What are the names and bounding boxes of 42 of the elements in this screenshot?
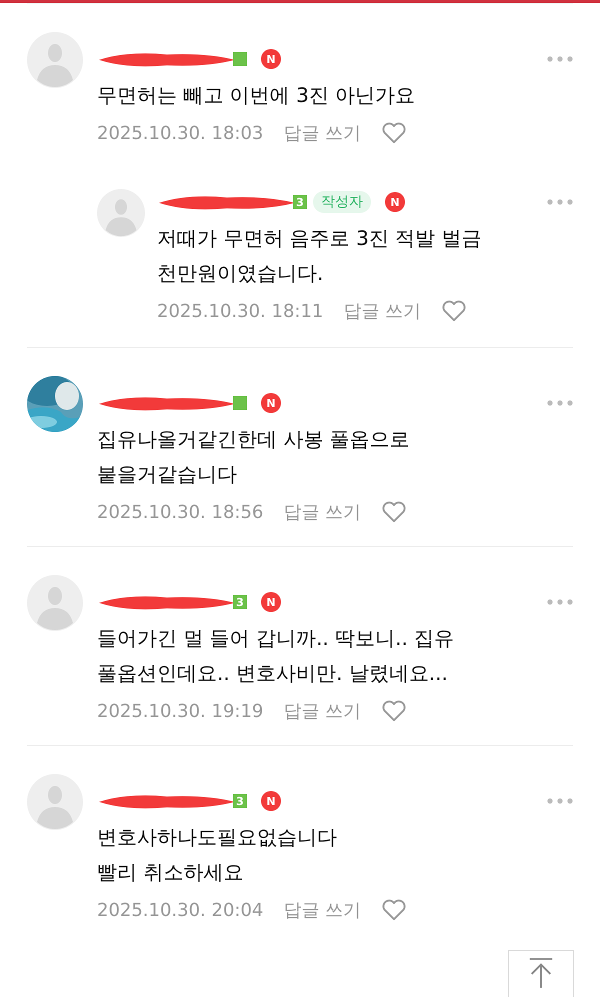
heart-icon[interactable] <box>381 700 408 722</box>
new-badge: N <box>261 49 281 69</box>
more-icon[interactable] <box>547 199 573 205</box>
avatar-icon <box>27 774 83 830</box>
reply-link[interactable]: 답글 쓰기 <box>283 121 362 145</box>
new-badge: N <box>261 592 281 612</box>
comment-text: 집유나올거같긴한데 사봉 풀옵으로 붙을거같습니다 <box>97 426 411 488</box>
grade-badge <box>233 52 247 66</box>
comment-date: 2025.10.30. 18:56 <box>97 502 264 522</box>
avatar-icon <box>97 189 145 237</box>
heart-icon[interactable] <box>381 899 408 921</box>
comment-date: 2025.10.30. 18:03 <box>97 122 264 144</box>
new-badge: N <box>261 791 281 811</box>
heart-icon[interactable] <box>441 300 468 322</box>
avatar-icon <box>27 575 83 631</box>
comment-text: 저때가 무면허 음주로 3진 적발 벌금 천만원이였습니다. <box>157 225 483 287</box>
author-badge: 작성자 <box>313 191 371 213</box>
grade-badge <box>233 396 247 410</box>
comment-date: 2025.10.30. 18:11 <box>157 300 324 322</box>
comment-date: 2025.10.30. 20:04 <box>97 900 264 920</box>
heart-icon[interactable] <box>381 122 408 144</box>
comment-text: 들어가긴 멀 들어 갑니까.. 딱보니.. 집유 풀옵션인데요.. 변호사비만. 날렸네요... <box>97 625 456 687</box>
more-icon[interactable] <box>547 599 573 605</box>
more-icon[interactable] <box>547 400 573 406</box>
scroll-top-icon <box>527 957 555 989</box>
grade-badge: 3 <box>293 195 307 209</box>
avatar-icon <box>27 32 83 88</box>
grade-badge: 3 <box>233 794 247 808</box>
more-icon[interactable] <box>547 56 573 62</box>
comment-date: 2025.10.30. 19:19 <box>97 700 264 722</box>
comment-text: 변호사하나도필요없습니다 빨리 취소하세요 <box>97 824 338 886</box>
heart-icon[interactable] <box>381 501 408 523</box>
reply-link[interactable]: 답글 쓰기 <box>283 500 362 524</box>
new-badge: N <box>261 393 281 413</box>
reply-link[interactable]: 답글 쓰기 <box>343 299 422 323</box>
reply-link[interactable]: 답글 쓰기 <box>283 699 362 723</box>
new-badge: N <box>385 192 405 212</box>
scroll-top-button[interactable] <box>508 950 574 997</box>
comment-text: 무면허는 빼고 이번에 3진 아닌가요 <box>97 82 416 109</box>
grade-badge: 3 <box>233 595 247 609</box>
reply-link[interactable]: 답글 쓰기 <box>283 898 362 922</box>
more-icon[interactable] <box>547 798 573 804</box>
